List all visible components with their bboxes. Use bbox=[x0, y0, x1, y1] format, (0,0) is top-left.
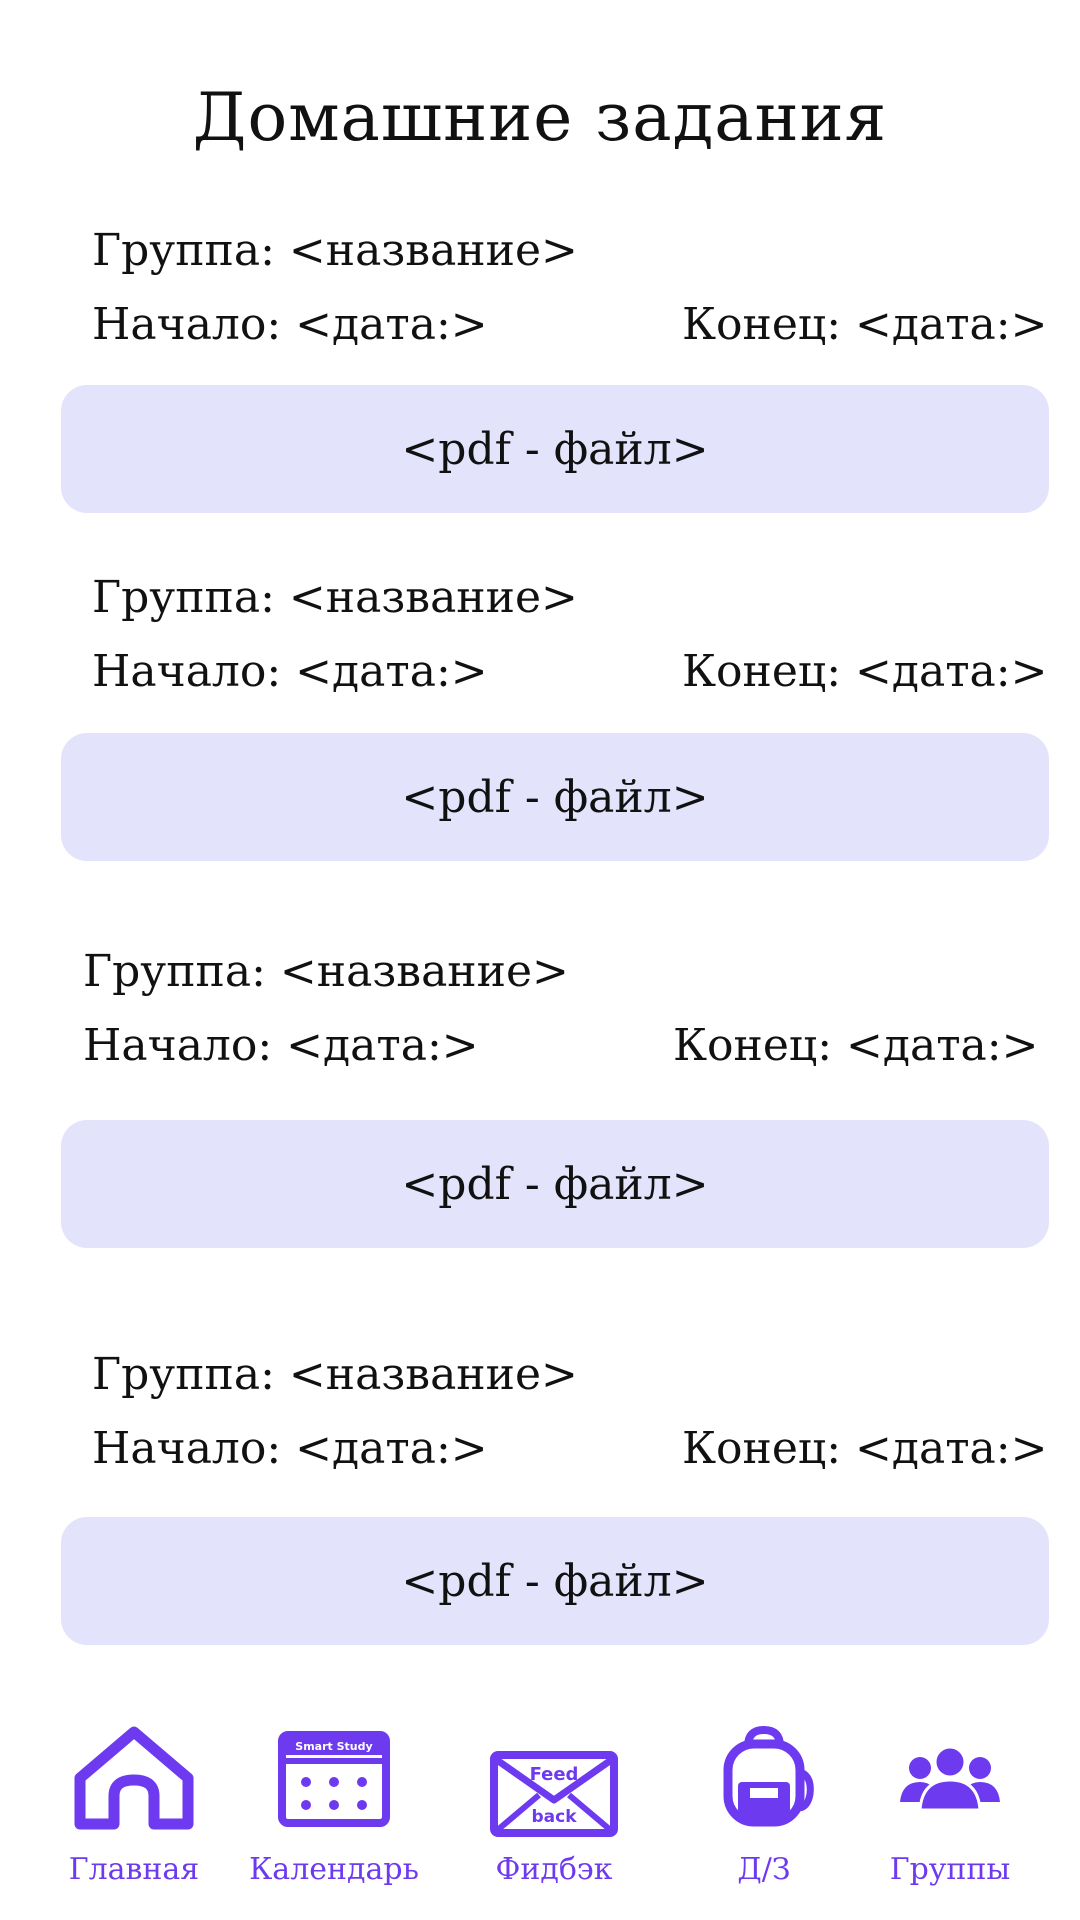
end-date-label: Конец: <дата:> bbox=[673, 1020, 1039, 1071]
start-date-label: Начало: <дата:> bbox=[92, 646, 488, 697]
nav-item-feedback[interactable]: Feed back Фидбэк bbox=[454, 1700, 654, 1910]
calendar-icon: Smart Study bbox=[278, 1731, 390, 1827]
nav-label-groups: Группы bbox=[889, 1852, 1011, 1887]
bottom-navigation: Главная Smart Study Календарь Feed back … bbox=[0, 1700, 1080, 1920]
feedback-icon-text-top: Feed bbox=[530, 1764, 579, 1785]
calendar-icon-text: Smart Study bbox=[295, 1740, 372, 1753]
nav-label-home: Главная bbox=[68, 1852, 200, 1887]
nav-label-calendar: Календарь bbox=[249, 1852, 419, 1887]
end-date-label: Конец: <дата:> bbox=[682, 299, 1048, 350]
users-icon bbox=[900, 1745, 1000, 1812]
start-date-label: Начало: <дата:> bbox=[83, 1020, 479, 1071]
pdf-file-button[interactable]: <pdf - файл> bbox=[61, 733, 1049, 861]
end-date-label: Конец: <дата:> bbox=[682, 646, 1048, 697]
feedback-icon-text-bottom: back bbox=[531, 1807, 577, 1827]
pdf-file-button[interactable]: <pdf - файл> bbox=[61, 1120, 1049, 1248]
nav-item-calendar[interactable]: Smart Study Календарь bbox=[234, 1700, 434, 1910]
group-label: Группа: <название> bbox=[83, 946, 569, 997]
pdf-file-button[interactable]: <pdf - файл> bbox=[61, 1517, 1049, 1645]
start-date-label: Начало: <дата:> bbox=[92, 299, 488, 350]
group-label: Группа: <название> bbox=[92, 225, 578, 276]
nav-item-home[interactable]: Главная bbox=[34, 1700, 234, 1910]
group-label: Группа: <название> bbox=[92, 1349, 578, 1400]
nav-item-homework[interactable]: Д/З bbox=[664, 1700, 864, 1910]
nav-label-homework: Д/З bbox=[737, 1852, 791, 1887]
nav-label-feedback: Фидбэк bbox=[495, 1852, 613, 1887]
backpack-icon bbox=[723, 1725, 814, 1827]
nav-item-groups[interactable]: Группы bbox=[850, 1700, 1050, 1910]
start-date-label: Начало: <дата:> bbox=[92, 1423, 488, 1474]
feedback-envelope-icon: Feed back bbox=[490, 1751, 618, 1837]
home-icon bbox=[74, 1726, 194, 1830]
page-title: Домашние задания bbox=[192, 79, 888, 156]
end-date-label: Конец: <дата:> bbox=[682, 1423, 1048, 1474]
group-label: Группа: <название> bbox=[92, 572, 578, 623]
pdf-file-button[interactable]: <pdf - файл> bbox=[61, 385, 1049, 513]
